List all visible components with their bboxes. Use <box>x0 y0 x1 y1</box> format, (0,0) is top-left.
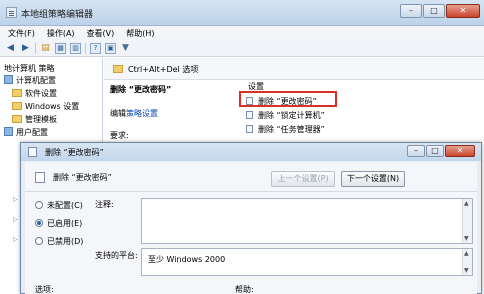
minimize-button[interactable]: – <box>400 4 422 18</box>
help-icon[interactable]: ? <box>90 43 101 54</box>
comment-textarea[interactable]: ▲ ▼ <box>141 198 473 244</box>
dialog-close-button[interactable]: ✕ <box>445 145 475 157</box>
radio-not-configured[interactable]: 未配置(C) <box>35 200 83 211</box>
dialog-setting-name: 删除 “更改密码” <box>53 173 112 182</box>
comment-scrollbar[interactable]: ▲ ▼ <box>462 199 472 243</box>
window-controls: – □ ✕ <box>400 4 480 18</box>
properties-icon[interactable]: ▣ <box>105 43 116 54</box>
user-icon <box>4 127 13 136</box>
requirements-label: 要求: <box>110 131 129 140</box>
scroll-down-icon[interactable]: ▼ <box>464 235 469 242</box>
close-button[interactable]: ✕ <box>446 4 480 18</box>
radio-disabled[interactable]: 已禁用(D) <box>35 236 83 247</box>
policy-dialog: 删除 “更改密码” – □ ✕ 删除 “更改密码” 上一个设置(P) 下一个设置… <box>20 142 482 294</box>
scroll-up-icon[interactable]: ▲ <box>464 250 469 257</box>
tree-root[interactable]: 地计算机 策略 <box>4 63 55 74</box>
platform-label: 支持的平台: <box>95 251 138 260</box>
red-highlight-box <box>239 91 337 107</box>
gpedit-app-icon <box>6 7 17 18</box>
tree-windows-settings[interactable]: Windows 设置 <box>12 101 79 112</box>
next-setting-button[interactable]: 下一个设置(N) <box>341 171 405 187</box>
dialog-maximize-button[interactable]: □ <box>426 145 444 157</box>
platform-scrollbar[interactable]: ▲ ▼ <box>462 249 472 275</box>
tree-admin-templates[interactable]: 管理模板 <box>12 114 57 125</box>
policy-setting-icon <box>246 125 253 133</box>
menu-view[interactable]: 查看(V) <box>87 28 115 39</box>
tree-software-settings[interactable]: 软件设置 <box>12 88 57 99</box>
expand-arrow-icon[interactable]: ▷ <box>13 236 18 243</box>
filter-icon[interactable]: ▼ <box>120 43 131 54</box>
radio-circle-icon <box>35 219 43 227</box>
scroll-up-icon[interactable]: ▲ <box>464 200 469 207</box>
computer-icon <box>4 75 13 84</box>
folder-icon <box>12 115 22 123</box>
edit-policy-line: 编辑策略设置 <box>110 109 158 118</box>
previous-setting-button[interactable]: 上一个设置(P) <box>271 171 335 187</box>
list-item-remove-lock-computer[interactable]: 删除 “锁定计算机” <box>246 110 325 121</box>
up-folder-icon[interactable]: ▤ <box>40 43 51 54</box>
radio-enabled[interactable]: 已启用(E) <box>35 218 82 229</box>
edit-policy-link[interactable]: 策略设置 <box>126 109 158 118</box>
tree-computer-config[interactable]: 计算机配置 <box>4 75 56 86</box>
description-title: 删除 “更改密码” <box>110 85 172 94</box>
tree-user-config[interactable]: 用户配置 <box>4 127 48 138</box>
folder-icon <box>12 89 22 97</box>
policy-setting-icon <box>35 172 45 183</box>
main-titlebar: 本地组策略编辑器 – □ ✕ <box>0 0 484 26</box>
toolbar-separator <box>85 43 86 54</box>
options-label: 选项: <box>35 285 54 294</box>
policy-setting-icon <box>28 147 37 157</box>
toolbar-separator <box>35 43 36 54</box>
comment-label: 注释: <box>95 200 114 209</box>
platform-value: 至少 Windows 2000 <box>148 255 226 264</box>
platform-box: 至少 Windows 2000 ▲ ▼ <box>141 248 473 276</box>
scroll-down-icon[interactable]: ▼ <box>464 267 469 274</box>
folder-icon <box>113 65 123 73</box>
expand-arrow-icon[interactable]: ▷ <box>13 216 18 223</box>
dialog-separator <box>25 191 477 192</box>
policy-setting-icon <box>246 111 253 119</box>
dialog-window-controls: – □ ✕ <box>407 145 475 157</box>
menu-file[interactable]: 文件(F) <box>8 28 35 39</box>
help-label: 帮助: <box>235 285 254 294</box>
pane-header: Ctrl+Alt+Del 选项 <box>104 58 484 80</box>
back-arrow-icon[interactable]: ◀ <box>5 43 16 54</box>
radio-circle-icon <box>35 237 43 245</box>
toolbar: ◀ ▶ ▤ ▦ ▥ ? ▣ ▼ <box>0 41 484 57</box>
expand-arrow-icon[interactable]: ▷ <box>13 196 18 203</box>
dialog-body: 删除 “更改密码” 上一个设置(P) 下一个设置(N) 未配置(C) 已启用(E… <box>25 162 477 294</box>
export-list-icon[interactable]: ▥ <box>70 43 81 54</box>
radio-circle-icon <box>35 201 43 209</box>
menu-help[interactable]: 帮助(H) <box>126 28 154 39</box>
menu-bar: 文件(F) 操作(A) 查看(V) 帮助(H) <box>0 26 484 41</box>
list-item-remove-task-manager[interactable]: 删除 “任务管理器” <box>246 124 325 135</box>
menu-action[interactable]: 操作(A) <box>47 28 75 39</box>
folder-icon <box>12 102 22 110</box>
show-hide-tree-icon[interactable]: ▦ <box>55 43 66 54</box>
maximize-button[interactable]: □ <box>423 4 445 18</box>
dialog-titlebar: 删除 “更改密码” – □ ✕ <box>21 143 481 161</box>
dialog-minimize-button[interactable]: – <box>407 145 425 157</box>
forward-arrow-icon[interactable]: ▶ <box>20 43 31 54</box>
dialog-title: 删除 “更改密码” <box>45 148 104 157</box>
window-title: 本地组策略编辑器 <box>21 10 94 20</box>
pane-header-title: Ctrl+Alt+Del 选项 <box>128 65 199 74</box>
